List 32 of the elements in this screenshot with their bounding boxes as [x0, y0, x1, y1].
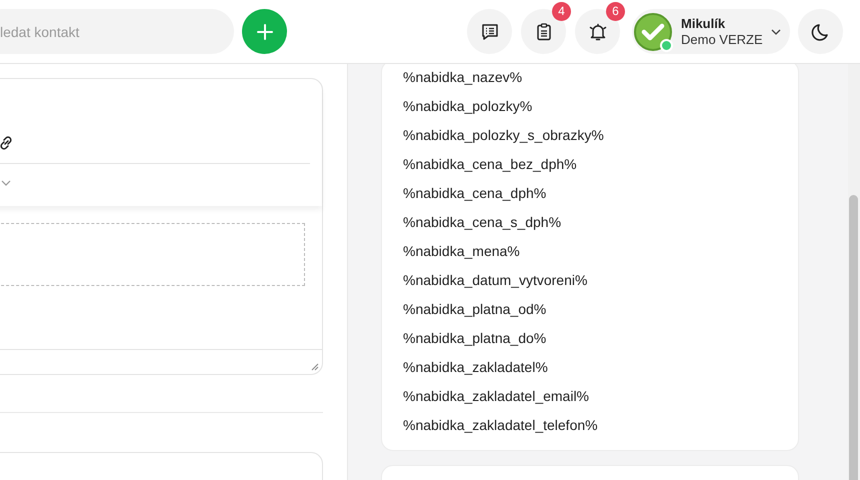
placeholder-tag[interactable]: %nabidka_polozky% [403, 96, 532, 117]
add-button[interactable] [242, 9, 287, 54]
count-badge: 6 [606, 2, 625, 21]
user-subtitle: Demo VERZE [681, 32, 763, 48]
chevron-down-icon[interactable] [1, 180, 11, 186]
placeholder-tag[interactable]: %nabidka_nazev% [403, 67, 522, 88]
search-field[interactable]: ledat kontakt [0, 9, 234, 54]
placeholder-tag[interactable]: %nabidka_platna_do% [403, 328, 546, 349]
placeholder-tag[interactable]: %nabidka_cena_bez_dph% [403, 154, 577, 175]
user-name: Mikulík [681, 16, 726, 32]
placeholder-tag[interactable]: %nabidka_cena_s_dph% [403, 212, 562, 233]
placeholder-tag[interactable]: %nabidka_cena_dph% [403, 183, 546, 204]
placeholder-tag[interactable]: %nabidka_zakladatel% [403, 357, 548, 378]
placeholder-tag[interactable]: %nabidka_polozky_s_obrazky% [403, 125, 604, 146]
dark-mode-button[interactable] [798, 9, 843, 54]
bell-icon [588, 22, 608, 42]
link-icon[interactable] [0, 135, 14, 151]
placeholder-tag[interactable]: %nabidka_datum_vytvoreni% [403, 270, 588, 291]
avatar-check-icon [634, 12, 672, 50]
placeholder-tag[interactable]: %nabidka_zakladatel_email% [403, 386, 590, 407]
placeholder-tag[interactable]: %nabidka_zakladatel_telefon% [403, 415, 598, 436]
scrollbar-thumb[interactable] [849, 195, 858, 480]
resize-handle-icon[interactable] [311, 363, 319, 371]
moon-icon [810, 22, 830, 42]
placeholder-tag[interactable]: %nabidka_mena% [403, 241, 520, 262]
placeholder-tag[interactable]: %nabidka_platna_od% [403, 299, 546, 320]
user-menu[interactable]: Mikulík Demo VERZE [632, 9, 790, 54]
chevron-down-icon [770, 28, 781, 34]
message-list-icon [480, 22, 500, 42]
plus-icon [256, 22, 274, 40]
count-badge: 4 [552, 2, 571, 21]
messages-button[interactable] [467, 9, 512, 54]
